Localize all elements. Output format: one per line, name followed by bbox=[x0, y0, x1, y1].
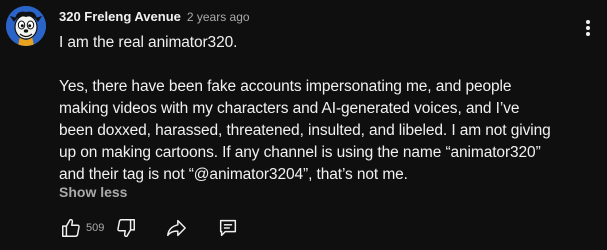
comment-line: and their tag is not “@animator3204”, th… bbox=[59, 166, 408, 183]
thumbs-up-icon bbox=[62, 218, 80, 237]
cartoon-character-icon bbox=[6, 6, 46, 46]
like-button[interactable] bbox=[59, 216, 83, 240]
comment-line: I am the real animator320. bbox=[59, 34, 238, 51]
comment-timestamp[interactable]: 2 years ago bbox=[187, 10, 250, 24]
comment-line: up on making cartoons. If any channel is… bbox=[59, 144, 541, 161]
comment-line: Yes, there have been fake accounts imper… bbox=[59, 78, 512, 95]
reply-comment-icon bbox=[220, 219, 237, 237]
comment-header: 320 Freleng Avenue 2 years ago bbox=[59, 9, 250, 29]
share-arrow-icon bbox=[167, 219, 187, 237]
comment-body: I am the real animator320. Yes, there ha… bbox=[59, 32, 599, 186]
reply-button[interactable] bbox=[216, 216, 240, 240]
comment-paragraph: I am the real animator320. bbox=[59, 32, 599, 54]
comment-actions: 509 bbox=[59, 216, 240, 240]
share-button[interactable] bbox=[164, 216, 188, 240]
comment-line: making videos with my characters and AI-… bbox=[59, 100, 520, 117]
show-less-button[interactable]: Show less bbox=[59, 184, 127, 200]
thumbs-down-icon bbox=[117, 219, 136, 238]
author-name[interactable]: 320 Freleng Avenue bbox=[59, 9, 181, 24]
comment-paragraph: Yes, there have been fake accounts imper… bbox=[59, 76, 599, 186]
avatar[interactable] bbox=[6, 6, 46, 46]
comment-thread: 320 Freleng Avenue 2 years ago I am the … bbox=[0, 0, 607, 250]
like-count: 509 bbox=[86, 222, 105, 234]
comment-line: been doxxed, harassed, threatened, insul… bbox=[59, 122, 551, 139]
dislike-button[interactable] bbox=[114, 216, 138, 240]
